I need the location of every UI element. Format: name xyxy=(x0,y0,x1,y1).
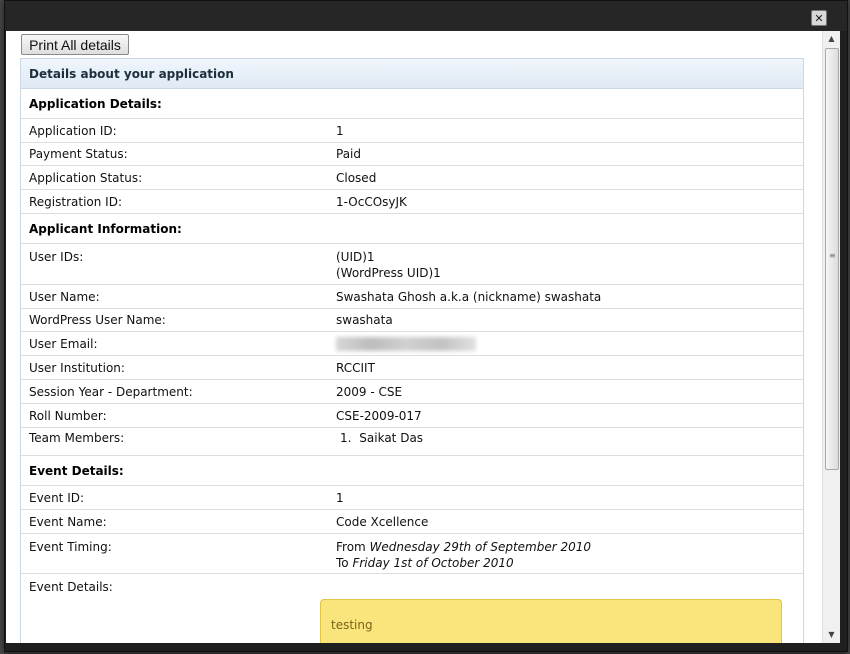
list-number: 1. xyxy=(340,431,352,445)
event-details-text: testing xyxy=(331,618,373,632)
row-value: CSE-2009-017 xyxy=(336,408,422,423)
table-row: Registration ID: 1-OcCOsyJK xyxy=(21,190,803,214)
table-row: Application Status: Closed xyxy=(21,166,803,190)
row-label: User Email: xyxy=(29,336,98,351)
event-timing-to: To Friday 1st of October 2010 xyxy=(336,556,803,570)
row-value: From Wednesday 29th of September 2010 To… xyxy=(336,540,803,573)
vertical-scrollbar[interactable]: ▲ ≡ ▼ xyxy=(822,31,840,643)
to-date: Friday 1st of October 2010 xyxy=(352,556,514,570)
panel-title: Details about your application xyxy=(21,59,803,89)
print-all-details-button[interactable]: Print All details xyxy=(21,34,129,55)
scroll-down-icon[interactable]: ▼ xyxy=(823,627,840,643)
uid-line: (UID)1 xyxy=(336,250,375,264)
row-label: Roll Number: xyxy=(29,408,107,423)
team-member: Saikat Das xyxy=(359,431,424,445)
row-label: Payment Status: xyxy=(29,147,128,161)
row-value: Paid xyxy=(336,147,362,161)
row-label: Event ID: xyxy=(29,490,85,505)
row-value xyxy=(336,336,803,351)
row-value: 1-OcCOsyJK xyxy=(336,194,407,209)
table-row: Event Timing: From Wednesday 29th of Sep… xyxy=(21,534,803,574)
redacted-email xyxy=(336,336,476,351)
row-value: 2009 - CSE xyxy=(336,384,403,399)
row-value: RCCIIT xyxy=(336,360,375,375)
event-details-box: testing xyxy=(320,599,782,643)
to-word: To xyxy=(336,556,349,570)
row-label: Registration ID: xyxy=(29,194,122,209)
row-label: Event Details: xyxy=(29,580,113,594)
from-date: Wednesday 29th of September 2010 xyxy=(369,540,592,554)
row-value: 1 xyxy=(336,490,344,505)
table-row: User Email: xyxy=(21,332,803,356)
row-value: 1 xyxy=(336,123,344,138)
row-value: 1. Saikat Das xyxy=(336,431,803,455)
table-row: Application ID: 1 xyxy=(21,119,803,143)
row-label: Team Members: xyxy=(29,431,125,445)
section-event-details: Event Details: xyxy=(21,456,803,486)
details-panel: Details about your application Applicati… xyxy=(20,58,804,643)
row-label: WordPress User Name: xyxy=(29,313,166,327)
row-label: Application Status: xyxy=(29,170,143,185)
from-word: From xyxy=(336,540,366,554)
section-application-details: Application Details: xyxy=(21,89,803,119)
row-label: Event Timing: xyxy=(29,540,112,554)
close-icon[interactable]: ✕ xyxy=(811,10,827,26)
wp-uid-line: (WordPress UID)1 xyxy=(336,266,441,280)
table-row: Event ID: 1 xyxy=(21,486,803,510)
table-row: User IDs: (UID)1 (WordPress UID)1 xyxy=(21,244,803,285)
scrollbar-thumb[interactable]: ≡ xyxy=(825,48,839,470)
event-timing-from: From Wednesday 29th of September 2010 xyxy=(336,540,803,554)
table-row: Payment Status: Paid xyxy=(21,143,803,166)
table-row: Team Members: 1. Saikat Das xyxy=(21,428,803,456)
table-row: Session Year - Department: 2009 - CSE xyxy=(21,380,803,404)
row-value: swashata xyxy=(336,313,393,327)
dialog-content: Print All details Details about your app… xyxy=(6,31,824,643)
row-value: (UID)1 (WordPress UID)1 xyxy=(336,250,803,284)
row-value: Code Xcellence xyxy=(336,514,429,529)
row-label: User Name: xyxy=(29,289,100,304)
row-label: Session Year - Department: xyxy=(29,384,193,399)
row-value: Closed xyxy=(336,170,377,185)
scroll-up-icon[interactable]: ▲ xyxy=(823,31,840,47)
row-value: Swashata Ghosh a.k.a (nickname) swashata xyxy=(336,289,602,304)
table-row: User Name: Swashata Ghosh a.k.a (nicknam… xyxy=(21,285,803,309)
table-row: User Institution: RCCIIT xyxy=(21,356,803,380)
grip-icon: ≡ xyxy=(829,251,836,260)
row-label: Event Name: xyxy=(29,514,107,529)
table-row: Event Name: Code Xcellence xyxy=(21,510,803,534)
section-applicant-information: Applicant Information: xyxy=(21,214,803,244)
table-row: Roll Number: CSE-2009-017 xyxy=(21,404,803,428)
row-label: User IDs: xyxy=(29,250,84,264)
row-label: Application ID: xyxy=(29,123,117,138)
row-label: User Institution: xyxy=(29,360,125,375)
application-details-dialog: ✕ Print All details Details about your a… xyxy=(4,0,848,652)
dialog-titlebar: ✕ xyxy=(5,1,847,31)
table-row: WordPress User Name: swashata xyxy=(21,309,803,332)
